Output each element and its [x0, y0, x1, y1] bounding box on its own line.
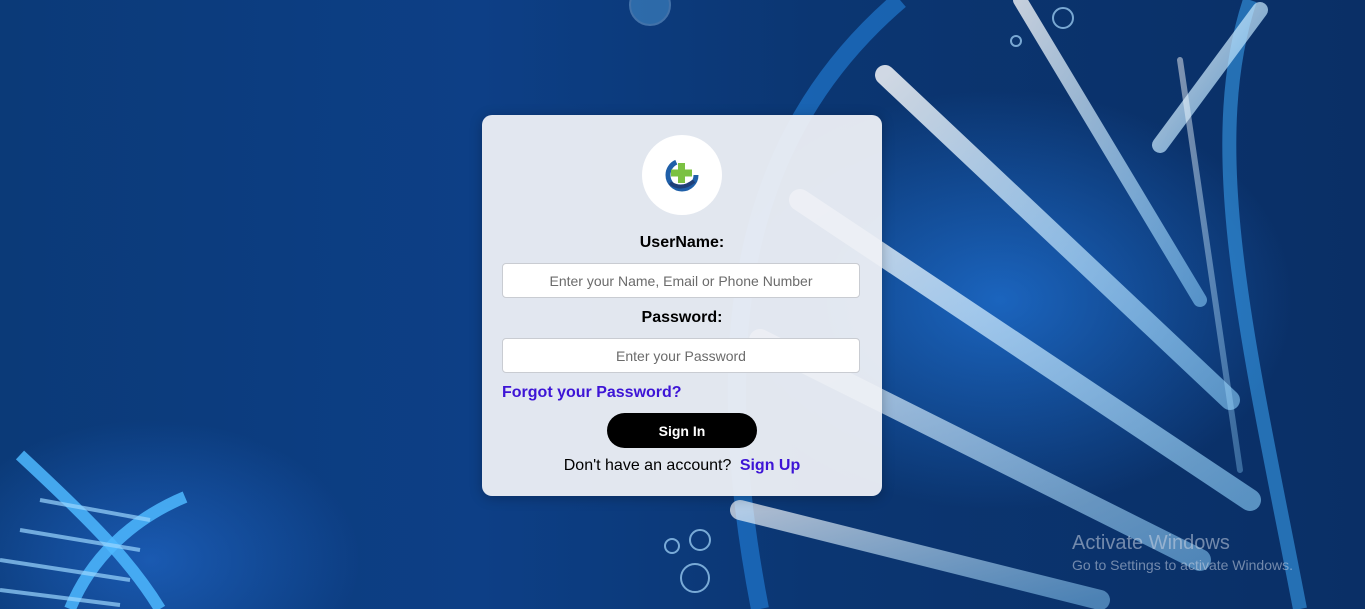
sign-up-link[interactable]: Sign Up [740, 457, 800, 474]
password-label: Password: [641, 309, 723, 326]
signup-prompt: Don't have an account? [563, 457, 732, 474]
forgot-password-link[interactable]: Forgot your Password? [502, 384, 682, 402]
username-input[interactable] [502, 263, 860, 298]
watermark-subtitle: Go to Settings to activate Windows. [1072, 557, 1293, 573]
windows-activation-watermark: Activate Windows Go to Settings to activ… [1072, 532, 1293, 573]
watermark-title: Activate Windows [1072, 532, 1230, 554]
login-card: UserName: Password: Forgot your Password… [482, 115, 882, 496]
logo-badge [642, 135, 722, 215]
medical-cross-logo-icon [665, 158, 699, 192]
username-label: UserName: [639, 234, 725, 251]
sign-in-button[interactable]: Sign In [607, 413, 757, 448]
password-input[interactable] [502, 338, 860, 373]
signup-row: Don't have an account? Sign Up [482, 457, 882, 475]
